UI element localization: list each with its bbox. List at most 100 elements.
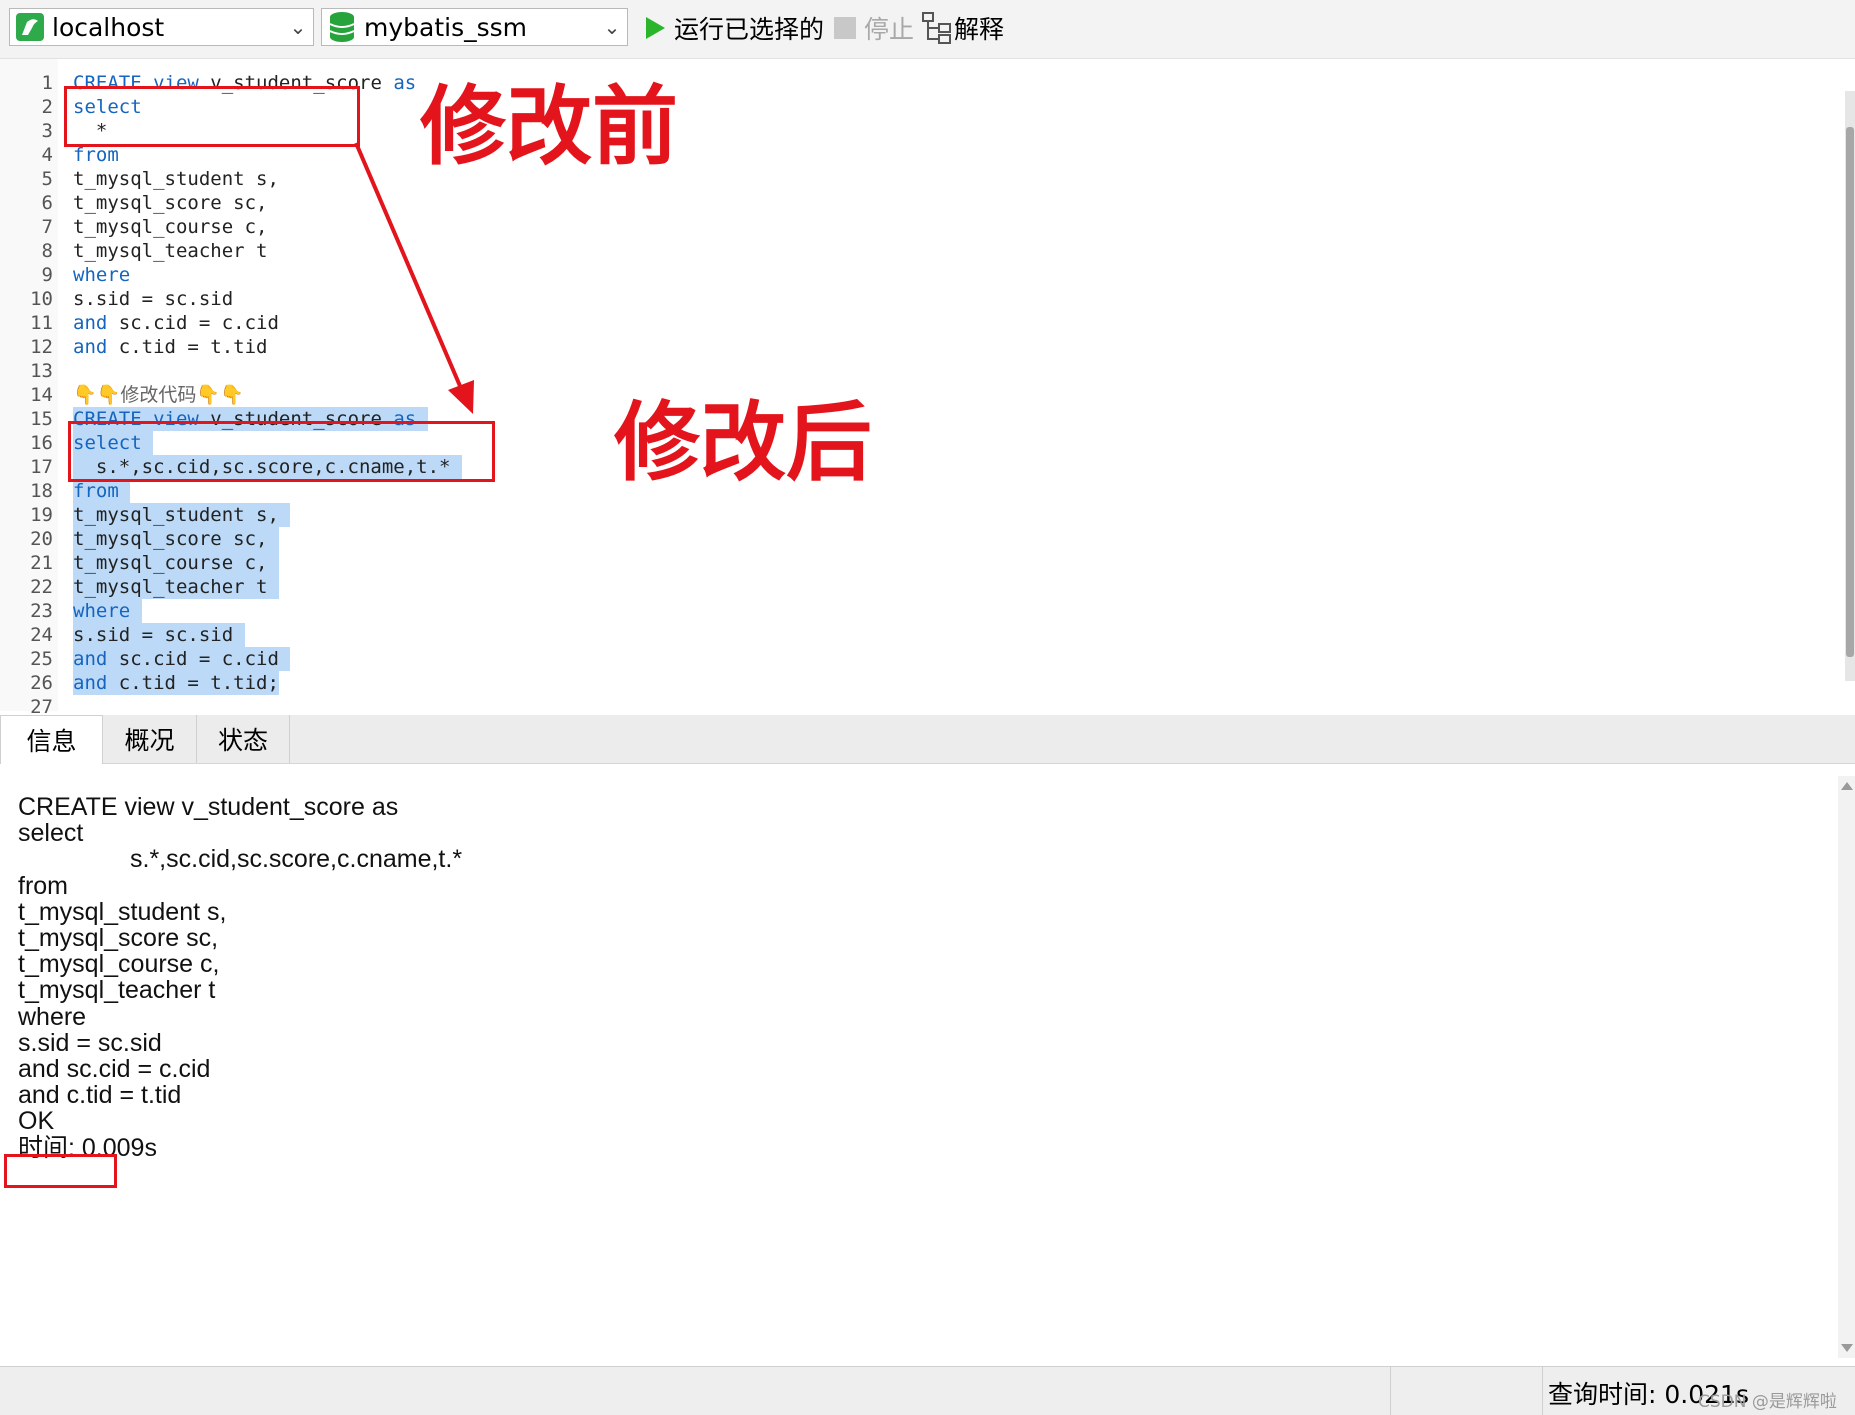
code-text: where <box>73 599 142 623</box>
message-line: s.*,sc.cid,sc.score,c.cname,t.* <box>130 845 463 873</box>
code-text: t_mysql_teacher t <box>73 239 267 263</box>
database-select[interactable]: mybatis_ssm ⌄ <box>321 8 628 46</box>
code-text: t_mysql_score sc, <box>73 191 267 215</box>
sql-keyword: where <box>73 600 131 622</box>
annotation-before-label: 修改前 <box>420 77 678 177</box>
sql-text: t_mysql_score sc, <box>73 192 268 214</box>
tab-info[interactable]: 信息 <box>0 715 103 764</box>
stop-icon <box>834 17 856 39</box>
message-panel: CREATE view v_student_score as select s.*,… <box>0 764 1836 1364</box>
line-number: 16 <box>30 432 53 454</box>
code-text: t_mysql_course c, <box>73 215 267 239</box>
code-text: and sc.cid = c.cid <box>73 311 279 335</box>
line-number: 15 <box>30 408 53 430</box>
explain-icon <box>922 12 952 44</box>
sql-keyword: from <box>73 480 119 502</box>
line-number: 22 <box>30 576 53 598</box>
line-number: 8 <box>41 240 53 262</box>
line-number: 2 <box>41 96 53 118</box>
line-number: 18 <box>30 480 53 502</box>
line-number: 17 <box>30 456 53 478</box>
line-number: 4 <box>41 144 53 166</box>
code-text: and c.tid = t.tid <box>73 335 267 359</box>
status-divider <box>1542 1367 1543 1415</box>
annotation-box-before <box>64 86 360 147</box>
line-number: 6 <box>41 192 53 214</box>
connection-icon <box>14 11 46 43</box>
line-number: 14 <box>30 384 53 406</box>
tab-status[interactable]: 状态 <box>197 715 290 763</box>
annotation-box-ok <box>4 1154 117 1188</box>
line-number: 26 <box>30 672 53 694</box>
code-text: t_mysql_student s, <box>73 503 291 527</box>
sql-text: t_mysql_teacher t <box>73 240 268 262</box>
sql-keyword: as <box>393 72 417 94</box>
message-scrollbar[interactable] <box>1838 776 1855 1358</box>
sql-keyword: and <box>73 336 108 358</box>
scroll-up-icon[interactable] <box>1841 782 1853 790</box>
annotation-after-label: 修改后 <box>614 393 872 493</box>
code-text: from <box>73 479 131 503</box>
annotation-box-after <box>68 421 495 482</box>
sql-keyword: from <box>73 144 119 166</box>
line-number: 3 <box>41 120 53 142</box>
scroll-down-icon[interactable] <box>1841 1344 1853 1352</box>
line-number: 9 <box>41 264 53 286</box>
sql-text: t_mysql_student s, <box>73 504 291 526</box>
tab-profile[interactable]: 概况 <box>103 715 197 763</box>
sql-keyword: and <box>73 312 108 334</box>
connection-select[interactable]: localhost ⌄ <box>9 8 314 46</box>
line-number: 1 <box>41 72 53 94</box>
code-text: s.sid = sc.sid <box>73 623 245 647</box>
code-text: and c.tid = t.tid; <box>73 671 279 695</box>
watermark: CSDN @是辉辉啦 <box>1698 1392 1837 1412</box>
status-bar: 查询时间: 0.021s CSDN @是辉辉啦 <box>0 1366 1855 1415</box>
sql-editor[interactable]: 1 CREATE view v_student_score as 2 select 3 … <box>0 59 1855 718</box>
sql-text: c.tid = t.tid; <box>107 672 279 694</box>
sql-text: t_mysql_teacher t <box>73 576 279 598</box>
code-text: t_mysql_teacher t <box>73 575 279 599</box>
line-number: 19 <box>30 504 53 526</box>
line-number: 10 <box>30 288 53 310</box>
database-icon <box>326 11 358 43</box>
run-selected-button[interactable]: 运行已选择的 <box>644 10 824 46</box>
sql-text: sc.cid = c.cid <box>107 648 291 670</box>
comment-text: 👇👇修改代码👇👇 <box>73 384 244 406</box>
editor-scrollbar-thumb[interactable] <box>1846 127 1854 657</box>
editor-scrollbar[interactable] <box>1845 91 1855 681</box>
line-number: 23 <box>30 600 53 622</box>
sql-text: s.sid = sc.sid <box>73 624 245 646</box>
play-icon <box>644 16 666 40</box>
line-number: 11 <box>30 312 53 334</box>
code-text: t_mysql_course c, <box>73 551 279 575</box>
sql-text: t_mysql_score sc, <box>73 528 279 550</box>
code-text: and sc.cid = c.cid <box>73 647 291 671</box>
sql-text: c.tid = t.tid <box>107 336 268 358</box>
line-number: 5 <box>41 168 53 190</box>
line-number: 25 <box>30 648 53 670</box>
message-line: select <box>18 819 84 847</box>
status-divider <box>1390 1367 1391 1415</box>
stop-button[interactable]: 停止 <box>834 10 914 46</box>
code-text: t_mysql_score sc, <box>73 527 279 551</box>
chevron-down-icon[interactable]: ⌄ <box>597 15 627 39</box>
stop-label: 停止 <box>864 15 915 44</box>
explain-label: 解释 <box>954 15 1005 44</box>
line-number: 20 <box>30 528 53 550</box>
sql-text: t_mysql_course c, <box>73 216 268 238</box>
run-selected-label: 运行已选择的 <box>674 15 825 44</box>
toolbar: localhost ⌄ mybatis_ssm ⌄ 运行已选择的 停止 解释 <box>0 0 1855 59</box>
sql-text: t_mysql_course c, <box>73 552 279 574</box>
sql-text: t_mysql_student s, <box>73 168 279 190</box>
sql-keyword: and <box>73 648 108 670</box>
code-text: 👇👇修改代码👇👇 <box>73 383 244 407</box>
code-text: t_mysql_student s, <box>73 167 279 191</box>
database-name: mybatis_ssm <box>364 12 528 42</box>
sql-keyword: and <box>73 672 108 694</box>
explain-button[interactable]: 解释 <box>922 10 1004 46</box>
chevron-down-icon[interactable]: ⌄ <box>283 15 313 39</box>
connection-name: localhost <box>52 12 165 42</box>
line-number: 21 <box>30 552 53 574</box>
